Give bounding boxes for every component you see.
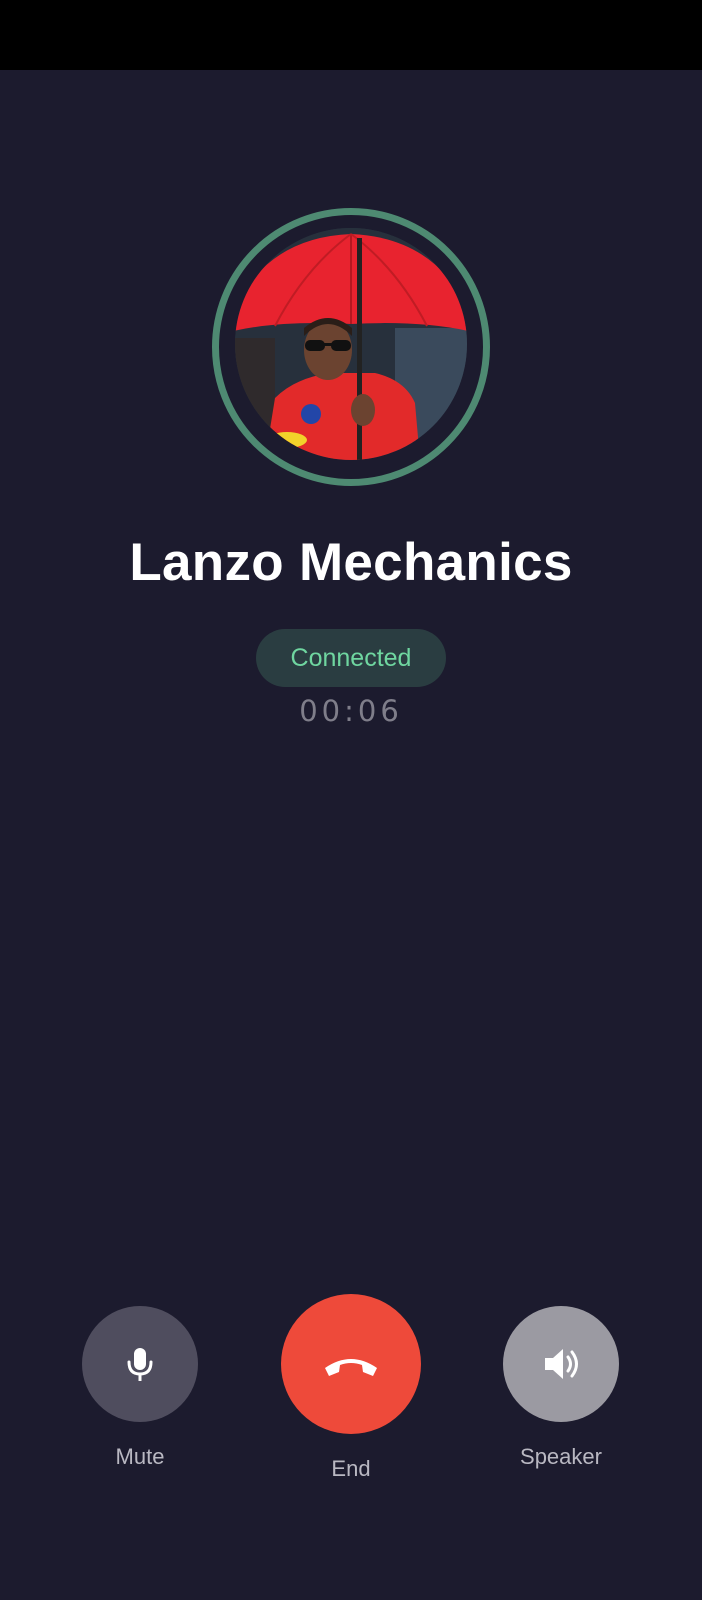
speaker-icon — [545, 1349, 578, 1379]
hang-up-icon — [325, 1359, 377, 1376]
end-label: End — [331, 1456, 371, 1481]
caller-photo — [235, 228, 467, 460]
caller-name: Lanzo Mechanics — [129, 533, 573, 592]
status-bar — [0, 0, 702, 70]
call-screen: Lanzo Mechanics Connected 00:06 Mute End… — [0, 70, 702, 1600]
speaker-button[interactable] — [503, 1306, 619, 1422]
call-status-badge: Connected — [256, 629, 446, 687]
mute-button[interactable] — [82, 1306, 198, 1422]
mute-label: Mute — [115, 1444, 165, 1469]
end-call-button[interactable] — [281, 1294, 421, 1434]
microphone-icon — [127, 1348, 153, 1381]
caller-avatar — [235, 228, 467, 460]
call-timer: 00:06 — [299, 694, 403, 728]
speaker-label: Speaker — [520, 1444, 602, 1469]
